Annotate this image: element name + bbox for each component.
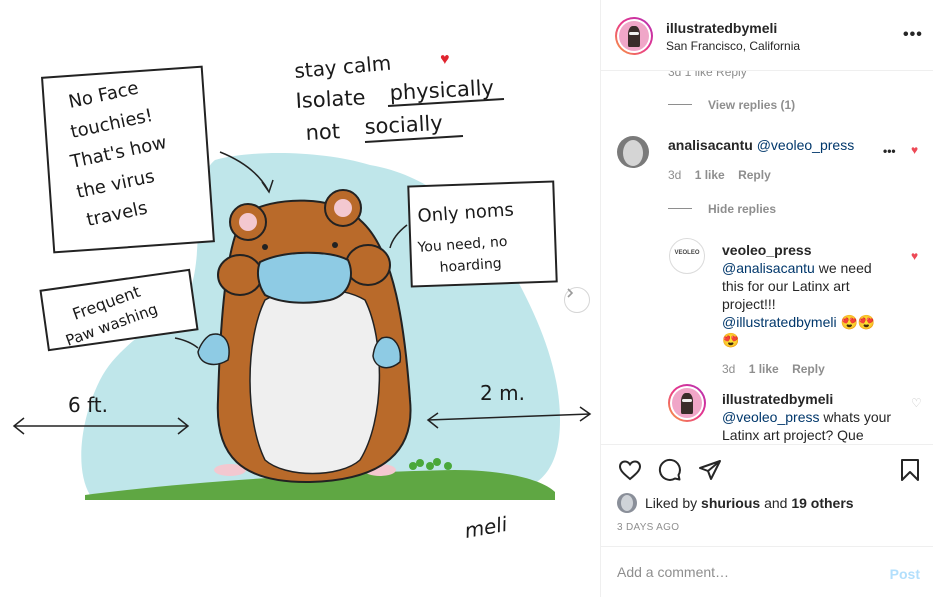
post-header: illustratedbymeli San Francisco, Califor… bbox=[601, 0, 933, 71]
author-avatar[interactable] bbox=[615, 17, 653, 55]
reply-2-text-2: Latinx art project? Que bbox=[722, 427, 864, 443]
reply-avatar-veoleo[interactable]: VEOLEO bbox=[669, 238, 705, 274]
author-username[interactable]: illustratedbymeli bbox=[666, 20, 777, 36]
liked-by-summary: Liked by shurious and 19 others bbox=[617, 493, 854, 513]
reply-mention-2[interactable]: @illustratedbymeli bbox=[722, 314, 837, 330]
reply-body: veoleo_press @analisacantu we need this … bbox=[722, 241, 902, 349]
comment-options-button[interactable]: ••• bbox=[883, 144, 896, 158]
comments-list: 3d 1 like Reply View replies (1) analisa… bbox=[601, 71, 933, 444]
post-image[interactable]: No Face touchies! That's how the virus t… bbox=[0, 0, 600, 597]
post-comment-button[interactable]: Post bbox=[890, 566, 920, 582]
commenter-username[interactable]: analisacantu bbox=[668, 137, 753, 153]
reply-reply-button[interactable]: Reply bbox=[792, 362, 825, 376]
hide-replies-divider bbox=[668, 208, 692, 209]
liked-and: and bbox=[764, 495, 788, 511]
save-bookmark-icon[interactable] bbox=[897, 457, 923, 483]
post-sidebar: illustratedbymeli San Francisco, Califor… bbox=[600, 0, 933, 597]
comment-liked-heart-icon[interactable]: ♥ bbox=[911, 143, 918, 157]
artist-signature: meli bbox=[463, 512, 510, 543]
chevron-right-icon bbox=[567, 288, 574, 298]
reply-emoji: 😍😍 bbox=[840, 314, 876, 330]
view-replies-button[interactable]: View replies (1) bbox=[708, 98, 795, 112]
reply-mention-1[interactable]: @analisacantu bbox=[722, 260, 815, 276]
liked-prefix: Liked by bbox=[645, 495, 698, 511]
partial-comment-meta: 3d 1 like Reply bbox=[668, 71, 747, 79]
share-paper-plane-icon[interactable] bbox=[697, 457, 723, 483]
reply-liked-heart-icon[interactable]: ♥ bbox=[911, 249, 918, 263]
heart-doodle: ♥ bbox=[440, 51, 450, 68]
hamster-illustration: No Face touchies! That's how the virus t… bbox=[12, 51, 592, 543]
comment-likes[interactable]: 1 like bbox=[695, 168, 725, 182]
post-timestamp[interactable]: 3 DAYS AGO bbox=[617, 522, 679, 533]
six-ft-text: 6 ft. bbox=[68, 393, 108, 417]
reply-2-body: illustratedbymeli @veoleo_press whats yo… bbox=[722, 390, 902, 444]
post-actions: Liked by shurious and 19 others 3 DAYS A… bbox=[601, 444, 933, 554]
reply-2-mention[interactable]: @veoleo_press bbox=[722, 409, 820, 425]
comment-mention[interactable]: @veoleo_press bbox=[757, 137, 855, 153]
reply-likes[interactable]: 1 like bbox=[749, 362, 779, 376]
reply-avatar-author[interactable] bbox=[668, 384, 706, 422]
comment-body: analisacantu @veoleo_press bbox=[668, 136, 854, 154]
note-noms-box: Only noms You need, no hoarding bbox=[407, 180, 558, 288]
reply-2-like-heart-icon[interactable]: ♡ bbox=[911, 396, 922, 410]
stay-calm-text: stay calm bbox=[293, 51, 392, 83]
commenter-avatar[interactable] bbox=[617, 136, 649, 168]
comment-meta: 3d 1 like Reply bbox=[668, 168, 771, 182]
comment-input[interactable] bbox=[617, 561, 877, 583]
isolate-text: Isolate bbox=[295, 85, 366, 113]
reply-2-username[interactable]: illustratedbymeli bbox=[722, 391, 833, 407]
note-face-box: No Face touchies! That's how the virus t… bbox=[40, 65, 215, 254]
post-options-button[interactable]: ••• bbox=[903, 26, 923, 44]
slogan: stay calm ♥ Isolate physically not socia… bbox=[293, 51, 505, 145]
comment-bubble-icon[interactable] bbox=[657, 457, 683, 483]
reply-text-2: this for our Latinx art bbox=[722, 278, 850, 294]
replies-divider bbox=[668, 104, 692, 105]
two-m-text: 2 m. bbox=[480, 381, 525, 405]
add-comment-bar: Post bbox=[601, 546, 933, 597]
liked-others-link[interactable]: 19 others bbox=[791, 495, 853, 511]
liker-avatar[interactable] bbox=[617, 493, 637, 513]
reply-text-1: we need bbox=[814, 260, 872, 276]
reply-text-3: project!!! bbox=[722, 296, 776, 312]
hide-replies-button[interactable]: Hide replies bbox=[708, 202, 776, 216]
comment-reply-button[interactable]: Reply bbox=[738, 168, 771, 182]
comment-time[interactable]: 3d bbox=[668, 168, 681, 182]
socially-text: socially bbox=[364, 111, 443, 139]
reply-emoji-2: 😍 bbox=[722, 332, 740, 348]
reply-time[interactable]: 3d bbox=[722, 362, 735, 376]
reply-2-text-1: whats your bbox=[819, 409, 892, 425]
reply-meta: 3d 1 like Reply bbox=[722, 362, 825, 376]
like-heart-icon[interactable] bbox=[617, 457, 643, 483]
liked-user-link[interactable]: shurious bbox=[701, 495, 760, 511]
veoleo-logo-text: VEOLEO bbox=[674, 250, 700, 256]
post-location[interactable]: San Francisco, California bbox=[666, 39, 800, 53]
reply-username[interactable]: veoleo_press bbox=[722, 242, 812, 258]
not-text: not bbox=[305, 119, 341, 145]
next-image-button[interactable] bbox=[564, 287, 590, 313]
